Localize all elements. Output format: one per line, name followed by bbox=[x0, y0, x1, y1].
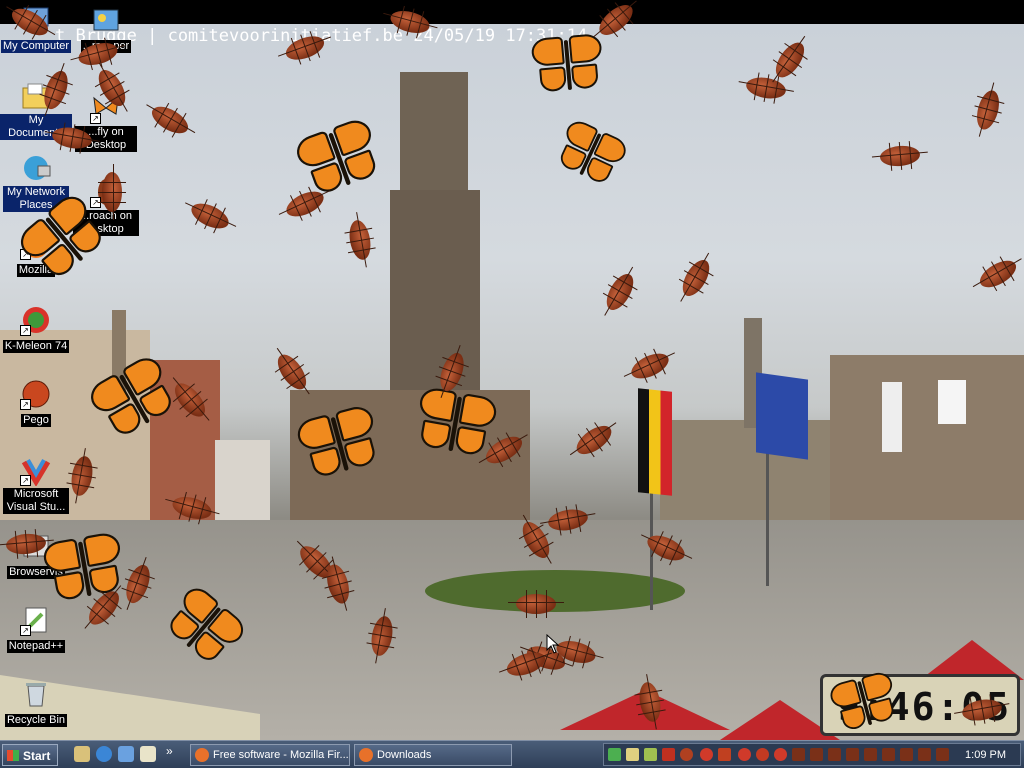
wallpaper-icon bbox=[90, 4, 122, 36]
tray-app-icon[interactable] bbox=[864, 748, 877, 761]
tray-app-icon[interactable] bbox=[608, 748, 621, 761]
tray-app-icon[interactable] bbox=[828, 748, 841, 761]
desktop-icon-label: K-Meleon 74 bbox=[2, 340, 70, 353]
desktop-icon-label: Notepad++ bbox=[6, 640, 66, 653]
eu-flag bbox=[756, 372, 808, 460]
desktop-icon-notepadpp[interactable]: ↗ Notepad++ bbox=[0, 604, 72, 654]
network-places-icon bbox=[20, 152, 52, 184]
tray-app-icon[interactable] bbox=[936, 748, 949, 761]
tray-app-icon[interactable] bbox=[756, 748, 769, 761]
tray-app-icon[interactable] bbox=[846, 748, 859, 761]
firefox-icon bbox=[359, 748, 373, 762]
desktop-icon-pego[interactable]: ↗ Pego bbox=[0, 378, 72, 428]
desktop-icon-recycle-bin[interactable]: Recycle Bin bbox=[0, 678, 72, 728]
firefox-icon bbox=[195, 748, 209, 762]
tray-app-icon[interactable] bbox=[644, 748, 657, 761]
desktop-icon-label: Pego bbox=[21, 414, 51, 427]
visual-studio-icon: ↗ bbox=[20, 454, 52, 487]
white-flag bbox=[938, 380, 966, 424]
ie-icon[interactable] bbox=[96, 746, 112, 762]
show-desktop-icon[interactable] bbox=[74, 746, 90, 762]
shortcut-arrow-icon: ↗ bbox=[20, 325, 31, 336]
quick-launch-more[interactable]: » bbox=[166, 744, 173, 758]
tray-app-icon[interactable] bbox=[900, 748, 913, 761]
tray-app-icon[interactable] bbox=[738, 748, 751, 761]
start-button[interactable]: Start bbox=[2, 744, 58, 766]
outlook-icon[interactable] bbox=[118, 746, 134, 762]
task-button-downloads[interactable]: Downloads bbox=[354, 744, 512, 766]
cockroach-sprite bbox=[508, 590, 564, 618]
tray-app-icon[interactable] bbox=[792, 748, 805, 761]
cockroach-sprite bbox=[102, 172, 122, 212]
white-flag bbox=[882, 382, 902, 452]
tray-app-icon[interactable] bbox=[810, 748, 823, 761]
shortcut-arrow-icon: ↗ bbox=[90, 197, 101, 208]
k-meleon-icon: ↗ bbox=[20, 304, 52, 336]
task-label: Free software - Mozilla Fir... bbox=[213, 749, 349, 761]
desktop-icon-label: Recycle Bin bbox=[4, 714, 68, 727]
task-button-firefox[interactable]: Free software - Mozilla Fir... bbox=[190, 744, 350, 766]
start-label: Start bbox=[23, 749, 51, 763]
webcam-title-bar: t Brugge | comitevoorinitiatief.be 24/05… bbox=[0, 0, 1024, 46]
tray-app-icon[interactable] bbox=[918, 748, 931, 761]
tray-clock[interactable]: 1:09 PM bbox=[965, 744, 1006, 766]
windows-logo-icon bbox=[7, 750, 19, 761]
tray-app-icon[interactable] bbox=[700, 748, 713, 761]
building-right-2 bbox=[830, 355, 1024, 525]
belfry-body bbox=[390, 190, 480, 400]
desktop-icon-visual-studio[interactable]: ↗ Microsoft Visual Stu... bbox=[0, 454, 72, 515]
butterfly-sprite bbox=[530, 33, 606, 99]
media-icon[interactable] bbox=[140, 746, 156, 762]
tray-app-icon[interactable] bbox=[774, 748, 787, 761]
notepadpp-icon: ↗ bbox=[20, 604, 52, 636]
taskbar: Start » Free software - Mozilla Fir... D… bbox=[0, 740, 1024, 768]
belgian-flag bbox=[638, 388, 672, 496]
tray-app-icon[interactable] bbox=[680, 748, 693, 761]
tray-app-icon[interactable] bbox=[626, 748, 639, 761]
desktop-icon-label: Microsoft Visual Stu... bbox=[3, 488, 69, 514]
shortcut-arrow-icon: ↗ bbox=[20, 475, 31, 486]
desktop-icon-label: My Computer bbox=[0, 40, 72, 53]
tray-app-icon[interactable] bbox=[882, 748, 895, 761]
task-label: Downloads bbox=[377, 749, 432, 761]
shortcut-arrow-icon: ↗ bbox=[20, 399, 31, 410]
shortcut-arrow-icon: ↗ bbox=[90, 113, 101, 124]
tray-app-icon[interactable] bbox=[662, 748, 675, 761]
desktop-icon-k-meleon[interactable]: ↗ K-Meleon 74 bbox=[0, 304, 72, 354]
pego-icon: ↗ bbox=[20, 378, 52, 410]
recycle-bin-icon bbox=[20, 678, 52, 710]
tray-app-icon[interactable] bbox=[718, 748, 731, 761]
system-tray: 1:09 PM bbox=[603, 743, 1021, 766]
shortcut-arrow-icon: ↗ bbox=[20, 625, 31, 636]
